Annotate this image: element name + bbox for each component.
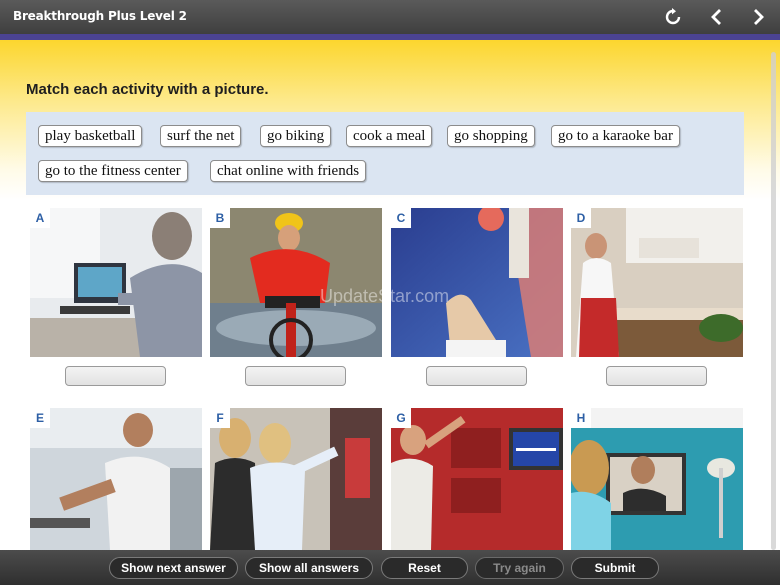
word-bank: play basketball surf the net go biking c… (26, 112, 744, 195)
picture-letter: F (210, 408, 230, 428)
watermark: UpdateStar.com (320, 286, 450, 306)
picture-letter: B (210, 208, 230, 228)
picture-letter: D (571, 208, 591, 228)
answer-box-a[interactable] (65, 366, 166, 386)
bottom-toolbar: Show next answer Show all answers Reset … (0, 550, 780, 585)
word-chip[interactable]: go shopping (447, 125, 535, 147)
word-chip[interactable]: go to a karaoke bar (551, 125, 680, 147)
picture-letter: G (391, 408, 411, 428)
reset-button[interactable]: Reset (381, 557, 468, 579)
picture-a: A (30, 208, 202, 357)
picture-c: C (391, 208, 563, 357)
submit-button[interactable]: Submit (571, 557, 659, 579)
picture-g: G (391, 408, 563, 550)
chevron-right-icon[interactable] (746, 4, 772, 30)
picture-letter: H (571, 408, 591, 428)
word-chip[interactable]: cook a meal (346, 125, 433, 147)
picture-f: F (210, 408, 382, 550)
answer-box-c[interactable] (426, 366, 527, 386)
picture-letter: A (30, 208, 50, 228)
picture-b: B (210, 208, 382, 357)
app-title: Breakthrough Plus Level 2 (13, 9, 187, 23)
refresh-icon[interactable] (660, 4, 686, 30)
picture-d: D (571, 208, 743, 357)
answer-box-d[interactable] (606, 366, 707, 386)
answer-box-b[interactable] (245, 366, 346, 386)
show-all-answers-button[interactable]: Show all answers (245, 557, 373, 579)
scrollbar[interactable] (771, 52, 776, 550)
picture-e: E (30, 408, 202, 550)
instruction-text: Match each activity with a picture. (26, 81, 269, 98)
header-bar: Breakthrough Plus Level 2 (0, 0, 780, 34)
word-chip[interactable]: play basketball (38, 125, 143, 147)
word-chip[interactable]: go biking (260, 125, 332, 147)
word-chip[interactable]: surf the net (160, 125, 242, 147)
show-next-answer-button[interactable]: Show next answer (109, 557, 238, 579)
picture-letter: C (391, 208, 411, 228)
try-again-button[interactable]: Try again (475, 557, 564, 579)
picture-h: H (571, 408, 743, 550)
picture-letter: E (30, 408, 50, 428)
chevron-left-icon[interactable] (703, 4, 729, 30)
word-chip[interactable]: chat online with friends (210, 160, 367, 182)
word-chip[interactable]: go to the fitness center (38, 160, 188, 182)
